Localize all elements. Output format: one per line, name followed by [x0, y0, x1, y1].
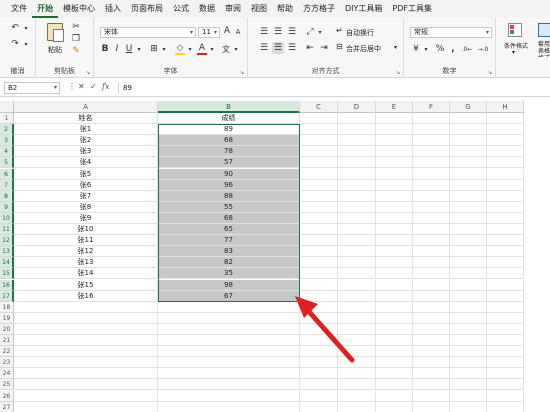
annotation-arrow [295, 296, 355, 363]
